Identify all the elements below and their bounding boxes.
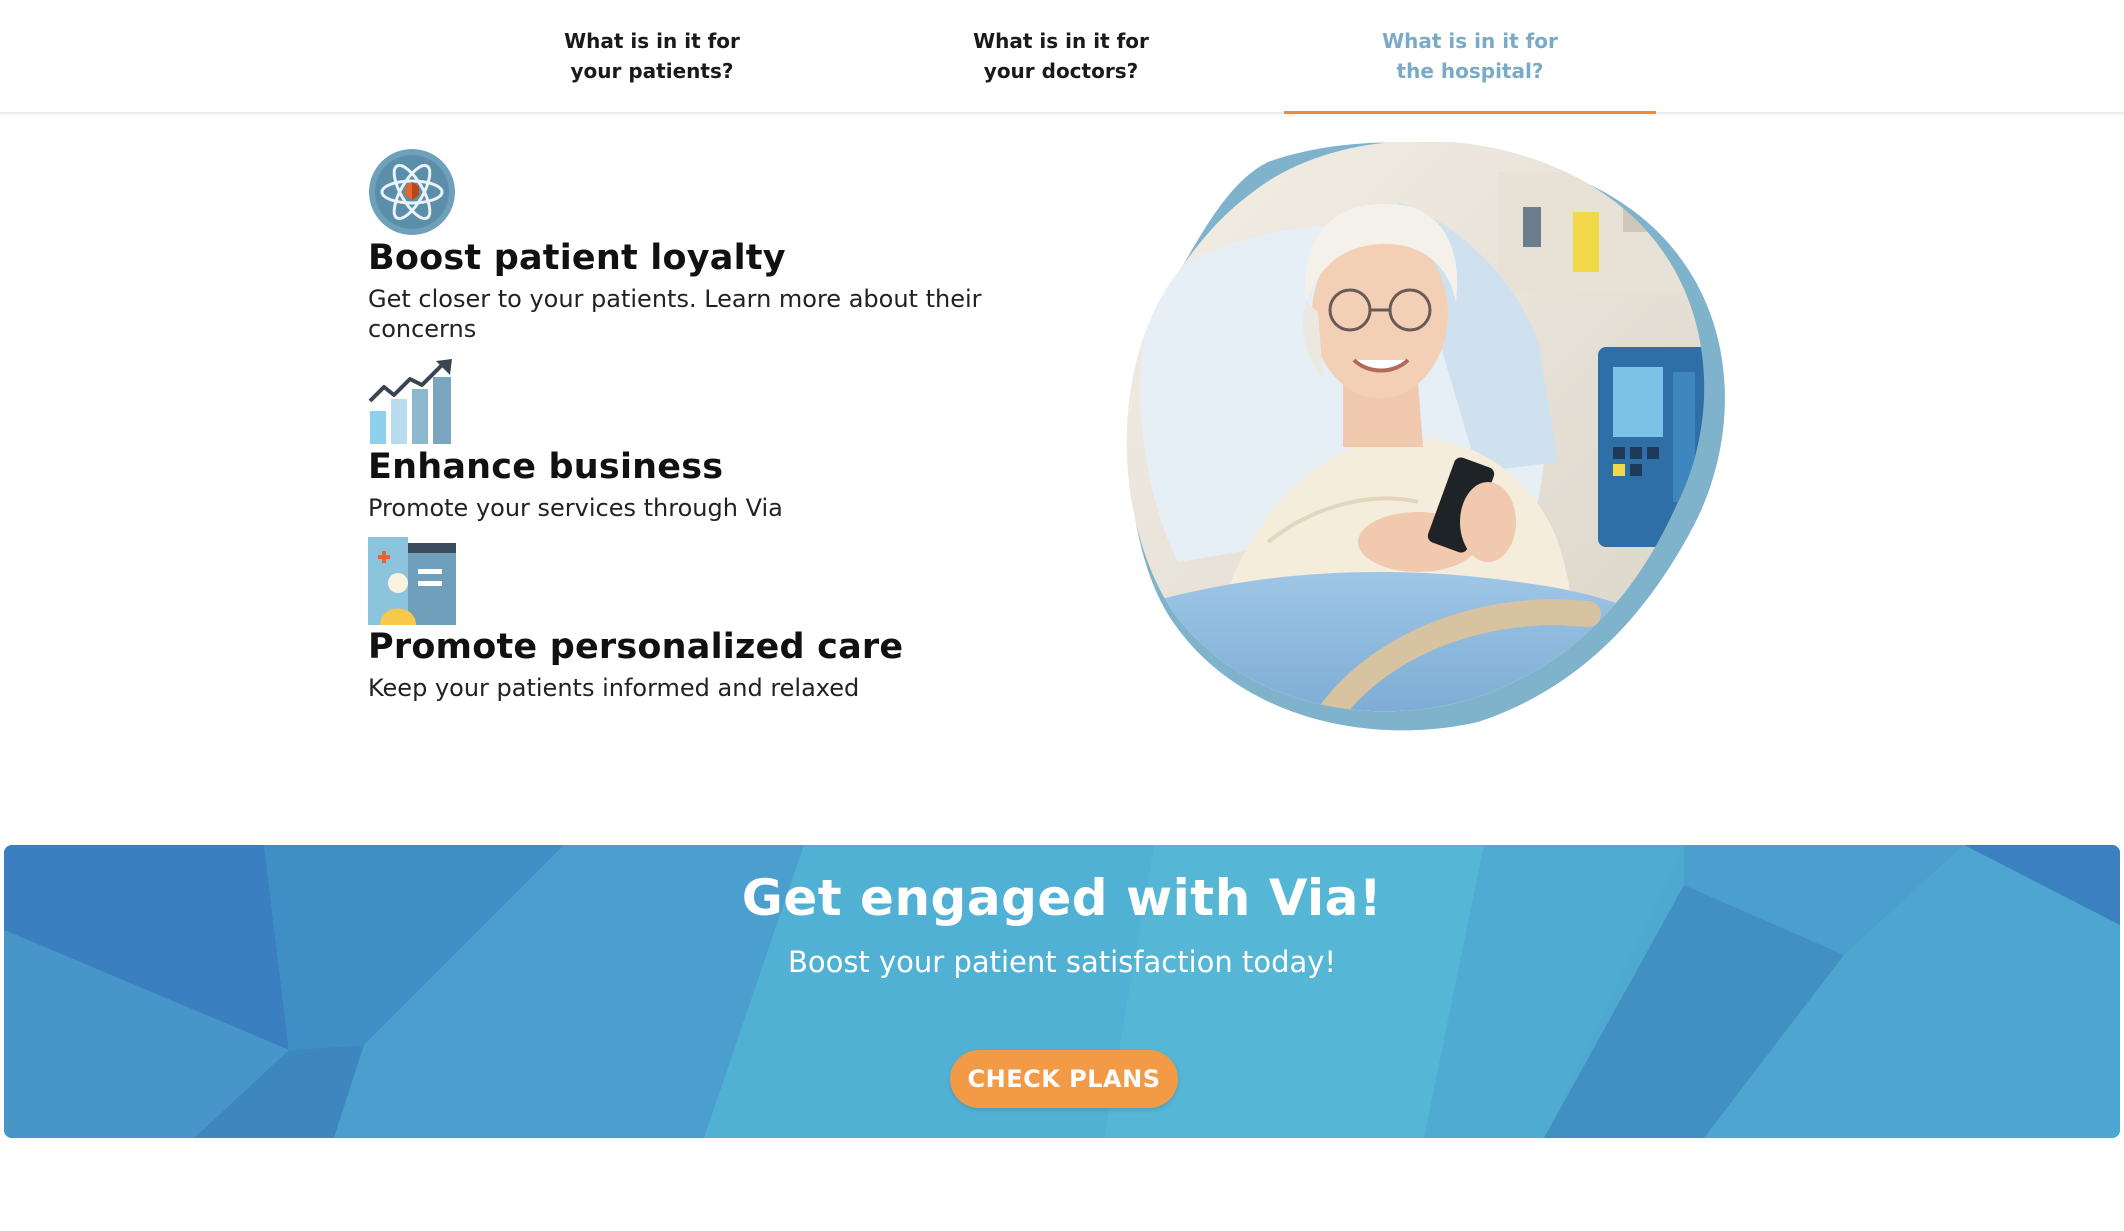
tab-bar: What is in it for your patients? What is… xyxy=(0,0,2124,114)
feature-text: Keep your patients informed and relaxed xyxy=(368,674,860,702)
tab-doctors-label: What is in it for your doctors? xyxy=(973,29,1149,83)
tab-hospital[interactable]: What is in it for the hospital? xyxy=(1284,0,1656,114)
growth-chart-icon xyxy=(368,359,452,444)
banner-subtitle: Boost your patient satisfaction today! xyxy=(787,945,1337,979)
feature-text: Get closer to your patients. Learn more … xyxy=(368,285,982,343)
tab-doctors[interactable]: What is in it for your doctors? xyxy=(875,0,1247,112)
feature-title: Enhance business xyxy=(368,447,724,487)
tab-patients[interactable]: What is in it for your patients? xyxy=(466,0,838,112)
check-plans-button[interactable]: CHECK PLANS xyxy=(950,1050,1178,1108)
tab-hospital-label: What is in it for the hospital? xyxy=(1382,29,1558,83)
atom-icon xyxy=(369,149,455,235)
feature-title: Promote personalized care xyxy=(368,627,904,667)
tab-patients-label: What is in it for your patients? xyxy=(564,29,740,83)
feature-title: Boost patient loyalty xyxy=(368,238,786,278)
feature-text: Promote your services through Via xyxy=(368,494,783,522)
feature-enhance-business: Enhance business Promote your services t… xyxy=(368,357,1068,523)
patient-card-icon xyxy=(368,537,456,625)
banner-title: Get engaged with Via! xyxy=(741,869,1383,927)
feature-personalized-care: Promote personalized care Keep your pati… xyxy=(368,537,1068,703)
feature-patient-loyalty: Boost patient loyalty Get closer to your… xyxy=(368,148,1068,344)
elderly-patient-with-phone-photo xyxy=(1126,142,1725,731)
cta-banner: Get engaged with Via! Boost your patient… xyxy=(4,845,2120,1138)
